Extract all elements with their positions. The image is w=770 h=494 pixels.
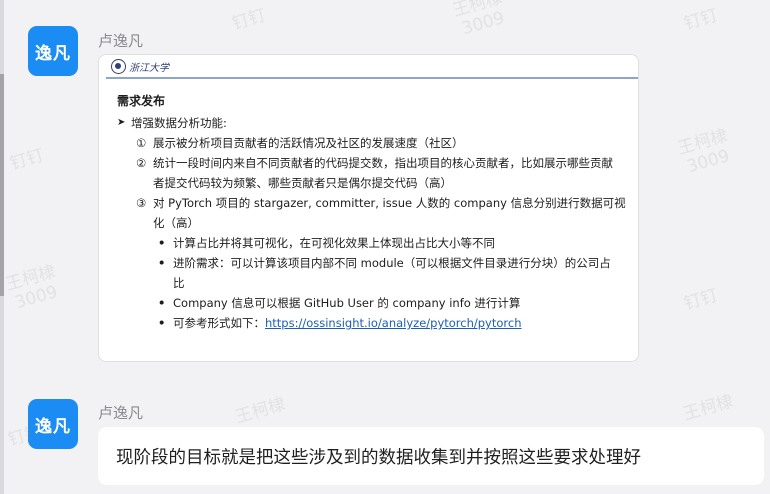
sub-item-text: 进阶需求：可以计算该项目内部不同 module（可以根据文件目录进行分块）的公司…: [173, 253, 627, 293]
arrow-bullet-icon: ➤: [117, 117, 126, 128]
watermark-name: 王柯棣: [450, 0, 506, 22]
watermark-name: 钉钉: [229, 5, 269, 35]
watermark-name: 王柯棣: [675, 125, 731, 160]
list-item: ① 展示被分析项目贡献者的活跃情况及社区的发展速度（社区）: [117, 133, 627, 153]
item-line: 对 PyTorch 项目的 stargazer, committer, issu…: [153, 196, 626, 210]
scroll-indicator[interactable]: [0, 74, 4, 296]
item-text: 对 PyTorch 项目的 stargazer, committer, issu…: [153, 193, 627, 233]
list-item: ③ 对 PyTorch 项目的 stargazer, committer, is…: [117, 193, 627, 233]
university-header: 浙江大学: [111, 59, 169, 74]
message-bubble[interactable]: 现阶段的目标就是把这些涉及到的数据收集到并按照这些要求处理好: [98, 427, 764, 485]
watermark: 王柯棣 3009: [3, 262, 63, 315]
sub-list-item: • 进阶需求：可以计算该项目内部不同 module（可以根据文件目录进行分块）的…: [117, 253, 627, 293]
watermark-id: 3009: [12, 282, 60, 314]
university-name: 浙江大学: [129, 63, 169, 74]
sub-item-text: 计算占比并将其可视化，在可视化效果上体现出占比大小等不同: [173, 236, 495, 250]
dot-bullet-icon: •: [158, 316, 166, 330]
sub-item-line: 比: [173, 276, 185, 290]
item-number: ①: [136, 136, 147, 150]
window-left-edge: [0, 0, 4, 494]
document-body: 需求发布 ➤ 增强数据分析功能: ① 展示被分析项目贡献者的活跃情况及社区的发展…: [117, 91, 627, 333]
sub-list-item: • 可参考形式如下：https://ossinsight.io/analyze/…: [117, 313, 627, 333]
dot-bullet-icon: •: [158, 236, 166, 250]
watermark: 钉钉: [8, 146, 46, 175]
item-line: 统计一段时间内来自不同贡献者的代码提交数，指出项目的核心贡献者，比如展示哪些贡献: [153, 156, 613, 170]
item-text: 展示被分析项目贡献者的活跃情况及社区的发展速度（社区）: [153, 136, 464, 150]
reference-link[interactable]: https://ossinsight.io/analyze/pytorch/py…: [265, 316, 522, 330]
watermark-name: 钉钉: [681, 285, 721, 315]
avatar[interactable]: 逸凡: [28, 26, 78, 76]
sub-item-line: 进阶需求：可以计算该项目内部不同 module（可以根据文件目录进行分块）的公司…: [173, 256, 611, 270]
watermark-name: 王柯棣: [681, 391, 736, 425]
item-text: 统计一段时间内来自不同贡献者的代码提交数，指出项目的核心贡献者，比如展示哪些贡献…: [153, 153, 627, 193]
reference-prefix: 可参考形式如下：: [173, 316, 265, 330]
section-heading-text: 增强数据分析功能:: [131, 116, 227, 130]
dot-bullet-icon: •: [158, 256, 166, 270]
header-rule: [106, 77, 638, 79]
watermark-name: 王柯棣: [3, 261, 59, 296]
watermark: 钉钉: [682, 6, 720, 35]
watermark: 王柯棣 3009: [675, 126, 735, 179]
watermark-name: 钉钉: [7, 145, 47, 175]
item-number: ②: [136, 156, 147, 170]
sub-item-text: 可参考形式如下：https://ossinsight.io/analyze/py…: [173, 313, 627, 333]
sub-item-text: Company 信息可以根据 GitHub User 的 company inf…: [173, 296, 521, 310]
avatar[interactable]: 逸凡: [28, 399, 78, 449]
section-heading: ➤ 增强数据分析功能:: [117, 113, 627, 133]
sub-list-item: • 计算占比并将其可视化，在可视化效果上体现出占比大小等不同: [117, 233, 627, 253]
item-line: 化（高）: [153, 216, 199, 230]
list-item: ② 统计一段时间内来自不同贡献者的代码提交数，指出项目的核心贡献者，比如展示哪些…: [117, 153, 627, 193]
item-number: ③: [136, 196, 147, 210]
watermark: 钉钉: [682, 286, 720, 315]
doc-title: 需求发布: [117, 94, 166, 108]
university-seal-icon: [111, 59, 126, 74]
watermark: 王柯棣: [233, 394, 288, 427]
sub-list-item: • Company 信息可以根据 GitHub User 的 company i…: [117, 293, 627, 313]
watermark-id: 3009: [684, 146, 732, 178]
watermark-name: 钉钉: [681, 5, 721, 35]
sender-name: 卢逸凡: [98, 32, 144, 50]
watermark: 钉钉: [230, 6, 268, 35]
document-image[interactable]: 浙江大学 需求发布 ➤ 增强数据分析功能: ① 展示被分析项目贡献者的活跃情况及…: [98, 54, 639, 362]
watermark-id: 3009: [459, 8, 507, 40]
watermark-name: 王柯棣: [233, 394, 288, 428]
sender-name: 卢逸凡: [98, 404, 144, 422]
item-line: 者提交代码较为频繁、哪些贡献者只是偶尔提交代码（高）: [153, 176, 452, 190]
watermark: 王柯棣 3009: [450, 0, 510, 40]
message-text: 现阶段的目标就是把这些涉及到的数据收集到并按照这些要求处理好: [116, 447, 641, 468]
watermark: 王柯棣: [681, 391, 736, 424]
dot-bullet-icon: •: [158, 296, 166, 310]
